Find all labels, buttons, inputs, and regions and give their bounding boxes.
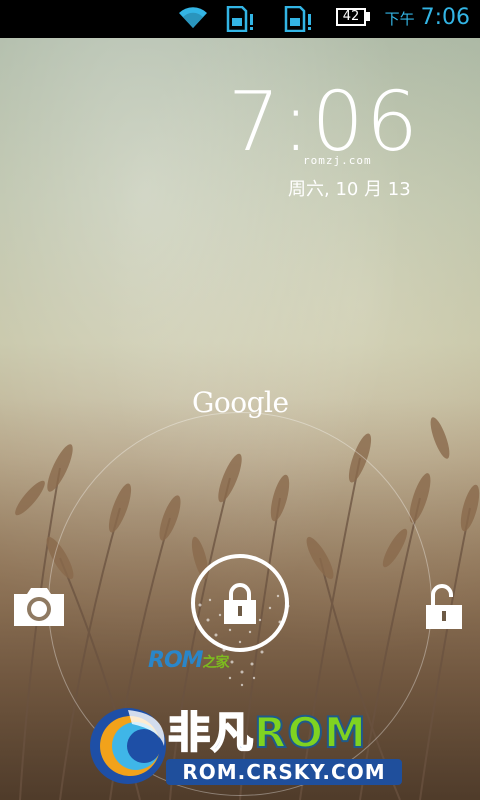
- lock-icon: [222, 582, 258, 630]
- battery-icon: 42: [336, 8, 366, 26]
- status-bar: 42 下午 7:06: [0, 0, 480, 38]
- unlock-icon[interactable]: [424, 583, 464, 635]
- lockscreen-date: 周六, 10 月 13: [288, 179, 411, 200]
- camera-icon[interactable]: [12, 586, 66, 632]
- wifi-icon: [176, 4, 210, 34]
- romzj-logo-text: ROM: [148, 648, 204, 673]
- crsky-url: ROM.CRSKY.COM: [166, 759, 402, 785]
- romzj-logo: ROM之家: [148, 648, 230, 673]
- romzj-logo-suffix: 之家: [202, 655, 230, 671]
- lockscreen-clock: 7:06: [227, 75, 420, 170]
- lockscreen: 42 下午 7:06 7:06 romzj.com 周六, 10 月 13 Go…: [0, 0, 480, 800]
- battery-tip: [366, 12, 370, 21]
- sim2-alert-icon: [284, 5, 314, 36]
- status-time: 下午 7:06: [385, 3, 470, 34]
- crsky-title-cn: 非凡: [167, 708, 255, 757]
- crsky-title: 非凡ROM: [167, 708, 367, 757]
- status-ampm: 下午: [384, 10, 415, 28]
- watermark-romzj-text: romzj.com: [303, 154, 372, 167]
- sim1-alert-icon: [226, 5, 256, 36]
- status-time-value: 7:06: [420, 5, 470, 30]
- crsky-title-rom: ROM: [253, 708, 367, 757]
